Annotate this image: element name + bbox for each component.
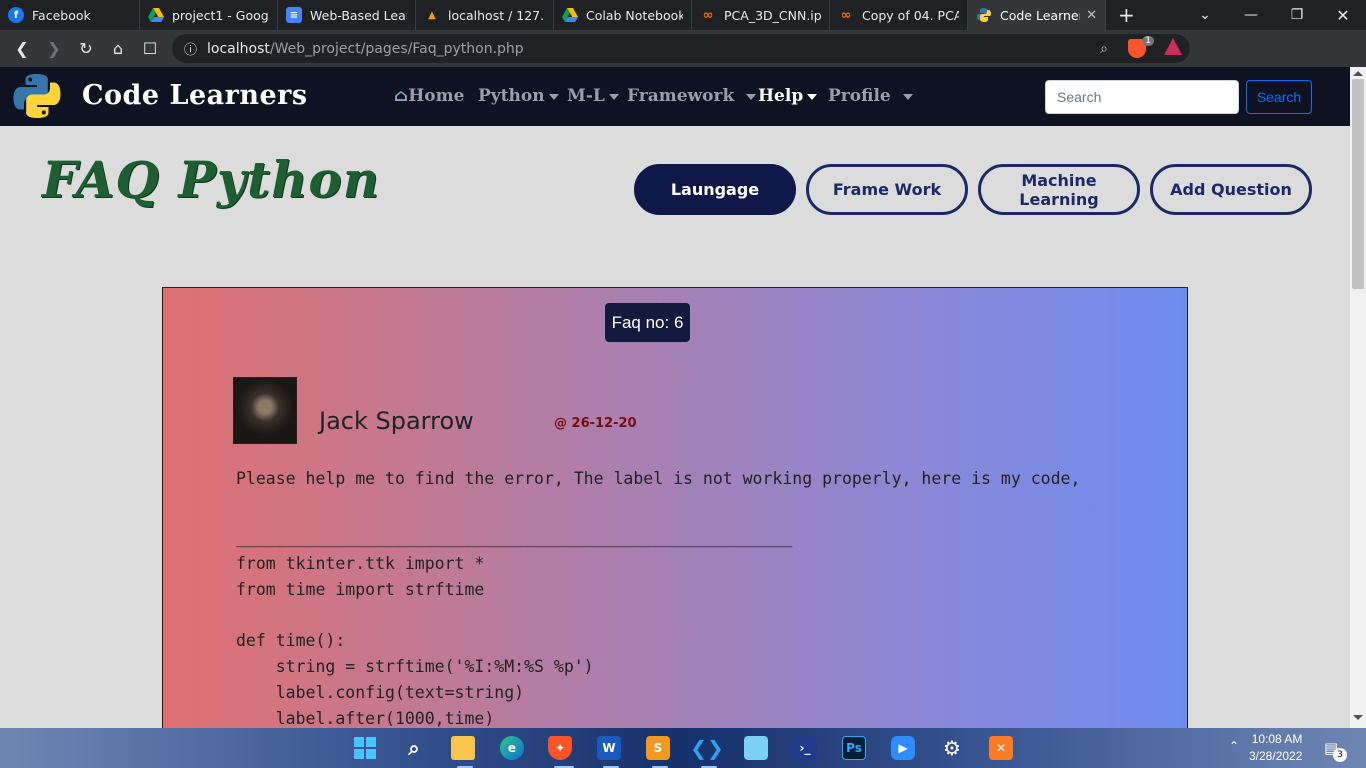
clock-time: 10:08 AM: [1251, 732, 1303, 746]
caret-down-icon: [608, 93, 619, 100]
nav-framework-dropdown[interactable]: Framework: [627, 86, 757, 106]
caret-down-icon: [746, 93, 757, 100]
settings-icon[interactable]: ⚙: [940, 736, 964, 760]
browser-tab-active[interactable]: Code Learners✕: [968, 0, 1106, 30]
clock-date: 3/28/2022: [1249, 749, 1303, 763]
nav-python-dropdown[interactable]: Python: [478, 86, 559, 106]
nav-python-label: Python: [478, 86, 545, 106]
nav-ml-dropdown[interactable]: M-L: [567, 86, 619, 106]
file-explorer-icon[interactable]: [451, 736, 475, 760]
back-icon[interactable]: ❮: [6, 33, 38, 65]
scroll-up-icon[interactable]: [1353, 71, 1363, 76]
xampp-icon[interactable]: ✕: [989, 736, 1013, 760]
python-icon: [976, 7, 992, 23]
vscode-icon[interactable]: ❮❯: [690, 736, 724, 760]
browser-tab[interactable]: ▲localhost / 127.0.0.: [416, 0, 554, 30]
edge-icon[interactable]: e: [500, 736, 524, 760]
brave-rewards-icon[interactable]: [1164, 38, 1182, 55]
browser-toolbar: ❮ ❯ ↻ ⌂ ☐ ⓘ localhost/Web_project/pages/…: [0, 30, 1366, 89]
page-title: FAQ Python: [42, 150, 381, 209]
author-name: Jack Sparrow: [319, 407, 474, 435]
notification-count: 3: [1333, 748, 1347, 762]
home-icon[interactable]: ⌂: [102, 33, 134, 65]
site-navbar: Code Learners ⌂Home Python M-L Framework…: [0, 67, 1350, 126]
brave-icon[interactable]: ✦: [548, 736, 572, 760]
post-date: @ 26-12-20: [554, 416, 637, 431]
photoshop-icon[interactable]: Ps: [842, 736, 866, 760]
brave-shield-badge: 1: [1142, 36, 1154, 46]
page-scrollbar[interactable]: [1350, 67, 1366, 728]
bookmark-icon[interactable]: ☐: [134, 33, 166, 65]
scroll-down-icon[interactable]: [1353, 715, 1363, 720]
nav-framework-label: Framework: [627, 86, 735, 106]
close-window-icon[interactable]: ✕: [1320, 0, 1366, 30]
zoom-icon[interactable]: ⌕: [1100, 41, 1108, 57]
colab-icon: ∞: [840, 7, 852, 23]
nav-profile-label: Profile: [828, 86, 891, 106]
nav-profile-dropdown[interactable]: Profile: [828, 86, 913, 106]
colab-icon: ∞: [702, 7, 714, 23]
notepad-icon[interactable]: [744, 736, 768, 760]
filter-framework-button[interactable]: Frame Work: [806, 164, 968, 215]
google-docs-icon: ≡: [286, 7, 302, 23]
avatar: [233, 377, 297, 444]
search-icon[interactable]: ⌕: [402, 736, 426, 760]
browser-tab[interactable]: Colab Notebooks -: [554, 0, 692, 30]
reload-icon[interactable]: ↻: [70, 33, 102, 65]
search-button[interactable]: Search: [1246, 80, 1312, 114]
google-drive-icon: [562, 7, 578, 23]
filter-machine-learning-button[interactable]: Machine Learning: [978, 164, 1140, 215]
word-icon[interactable]: W: [597, 736, 621, 760]
browser-tab[interactable]: f Facebook: [0, 0, 140, 30]
system-clock[interactable]: 10:08 AM 3/28/2022: [1249, 731, 1302, 765]
close-tab-icon[interactable]: ✕: [1086, 8, 1097, 23]
facebook-icon: f: [8, 7, 24, 23]
nav-ml-label: M-L: [567, 86, 605, 106]
sublime-text-icon[interactable]: S: [646, 736, 670, 760]
faq-number-badge: Faq no: 6: [605, 303, 690, 342]
google-drive-icon: [148, 7, 164, 23]
windows-start-icon[interactable]: [353, 736, 377, 760]
phpmyadmin-icon: ▲: [428, 9, 436, 21]
address-bar[interactable]: ⓘ localhost/Web_project/pages/Faq_python…: [172, 34, 1190, 63]
faq-card: Faq no: 6 Jack Sparrow @ 26-12-20 Please…: [162, 287, 1188, 747]
new-tab-icon[interactable]: +: [1106, 3, 1147, 27]
caret-down-icon: [902, 93, 913, 100]
home-icon: ⌂: [394, 86, 409, 106]
chevron-up-icon[interactable]: ⌃: [1229, 739, 1239, 753]
url-path: /Web_project/pages/Faq_python.php: [269, 40, 524, 57]
browser-tab[interactable]: ≡Web-Based Learnin: [278, 0, 416, 30]
code-block: ________________________________________…: [236, 528, 793, 728]
question-text: Please help me to find the error, The la…: [236, 469, 1081, 488]
site-brand[interactable]: Code Learners: [82, 80, 308, 111]
browser-tab-strip: fFacebook project1 - Google D ≡Web-Based…: [0, 0, 1366, 30]
nav-help-dropdown[interactable]: Help: [758, 86, 818, 106]
taskbar: ⌕ e ✦ W S ❮❯ ›_ Ps ▶ ⚙ ✕ ⌃ ▤ 3: [0, 728, 1366, 768]
browser-tab[interactable]: ∞Copy of 04. PCA+M: [830, 0, 968, 30]
terminal-icon[interactable]: ›_: [793, 736, 817, 760]
nav-home[interactable]: ⌂Home: [394, 86, 464, 106]
minimize-icon[interactable]: —: [1228, 0, 1274, 30]
tab-search-chevron-icon[interactable]: ⌄: [1182, 0, 1228, 30]
site-info-icon[interactable]: ⓘ: [184, 39, 197, 58]
scroll-thumb[interactable]: [1352, 79, 1364, 289]
caret-down-icon: [807, 93, 818, 100]
restore-icon[interactable]: ❐: [1274, 0, 1320, 30]
search-input[interactable]: [1045, 80, 1239, 114]
forward-icon[interactable]: ❯: [38, 33, 70, 65]
zoom-icon[interactable]: ▶: [891, 736, 915, 760]
add-question-button[interactable]: Add Question: [1150, 164, 1312, 215]
python-logo-icon[interactable]: [13, 72, 61, 120]
caret-down-icon: [548, 93, 559, 100]
browser-tab[interactable]: project1 - Google D: [140, 0, 278, 30]
filter-language-button[interactable]: Laungage: [634, 164, 796, 215]
browser-tab[interactable]: ∞PCA_3D_CNN.ipynb: [692, 0, 830, 30]
url-host: localhost: [207, 40, 270, 57]
nav-home-label: Home: [408, 86, 465, 106]
nav-help-label: Help: [758, 86, 804, 106]
